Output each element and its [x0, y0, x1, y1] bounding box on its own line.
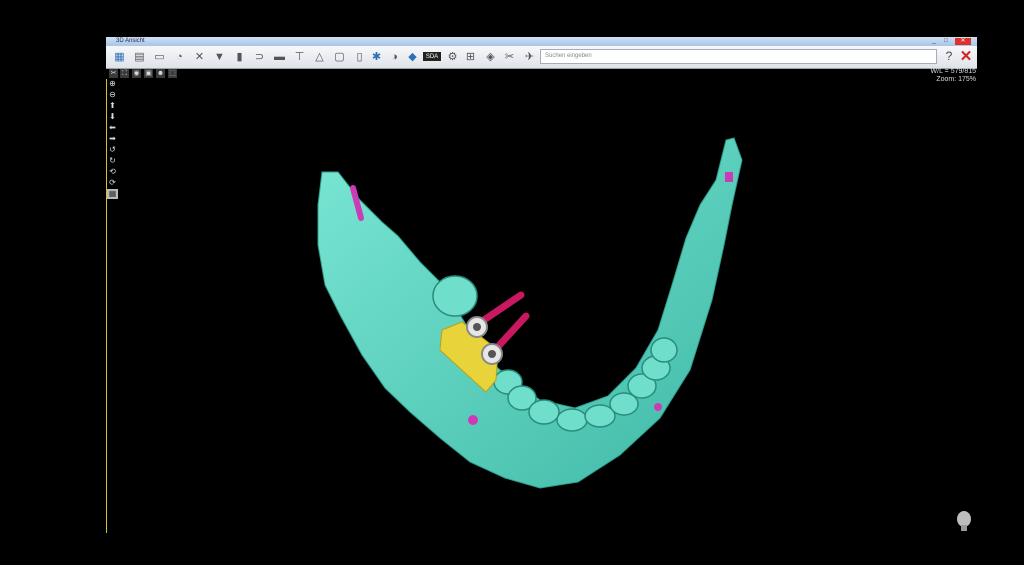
axis-icon[interactable]: ✱: [369, 49, 384, 64]
tools-icon[interactable]: ✕: [192, 49, 207, 64]
3d-icon[interactable]: ◆: [405, 49, 420, 64]
save-icon[interactable]: ▤: [132, 49, 147, 64]
sleeve-icon[interactable]: ⊞: [463, 49, 478, 64]
help-button[interactable]: ?: [942, 49, 956, 64]
fixation-pin-bottom-right: [654, 403, 662, 411]
layout-icon[interactable]: ▦: [112, 49, 127, 64]
viewer-window: 3D Ansicht _ □ ✕ ▦ ▤ ▭ ◔ ✕ ▼ ▮ ⊃ ▬ ⊤ △ ▢…: [106, 37, 977, 533]
camera-icon[interactable]: ◔: [172, 49, 187, 64]
cylinder-icon[interactable]: ▯: [352, 49, 367, 64]
stack-icon[interactable]: ⊃: [252, 49, 267, 64]
text-badge[interactable]: SDA: [423, 52, 441, 61]
implant-icon[interactable]: ▼: [212, 49, 227, 64]
plane-icon[interactable]: ✈: [522, 49, 537, 64]
triangle-icon[interactable]: △: [312, 49, 327, 64]
3d-viewport[interactable]: [107, 79, 975, 531]
window-close-button[interactable]: ✕: [955, 38, 971, 45]
title-bar: 3D Ansicht _ □ ✕: [106, 37, 977, 46]
gear-icon[interactable]: ⚙: [445, 49, 460, 64]
minimize-button[interactable]: _: [929, 38, 939, 45]
maximize-button[interactable]: □: [941, 38, 951, 45]
sphere-icon[interactable]: ◑: [387, 49, 402, 64]
view-tools: ✂ ⛶ ◉ ▣ ☻ ⬚: [106, 68, 186, 79]
head-orientation-icon[interactable]: [954, 510, 974, 532]
implant-2: [481, 312, 530, 365]
window-level-readout: W/L = 579/815: [930, 68, 976, 75]
nerve-icon[interactable]: ▬: [272, 49, 287, 64]
search-input[interactable]: Suchen eingeben: [540, 49, 937, 64]
guide-icon[interactable]: ◈: [483, 49, 498, 64]
ruler-icon[interactable]: ▭: [152, 49, 167, 64]
view-tool-cut[interactable]: ✂: [109, 69, 118, 78]
view-tool-fit[interactable]: ⛶: [120, 69, 129, 78]
fixation-pin-bottom-left: [468, 415, 478, 425]
window-title: 3D Ansicht: [116, 38, 145, 44]
view-tool-render[interactable]: ▣: [144, 69, 153, 78]
main-toolbar: ▦ ▤ ▭ ◔ ✕ ▼ ▮ ⊃ ▬ ⊤ △ ▢ ▯ ✱ ◑ ◆ SDA ⚙ ⊞ …: [106, 46, 977, 69]
scissors-icon[interactable]: ✂: [502, 49, 517, 64]
fixation-pin-right: [725, 172, 733, 182]
view-tool-reset[interactable]: ⬚: [168, 69, 177, 78]
panorama-icon[interactable]: ⊤: [292, 49, 307, 64]
view-tool-snapshot[interactable]: ◉: [132, 69, 141, 78]
close-view-button[interactable]: ✕: [959, 49, 973, 64]
crosssection-icon[interactable]: ▢: [332, 49, 347, 64]
measure-icon[interactable]: ▮: [232, 49, 247, 64]
view-tool-face[interactable]: ☻: [156, 69, 165, 78]
mandible-model: [317, 137, 743, 489]
